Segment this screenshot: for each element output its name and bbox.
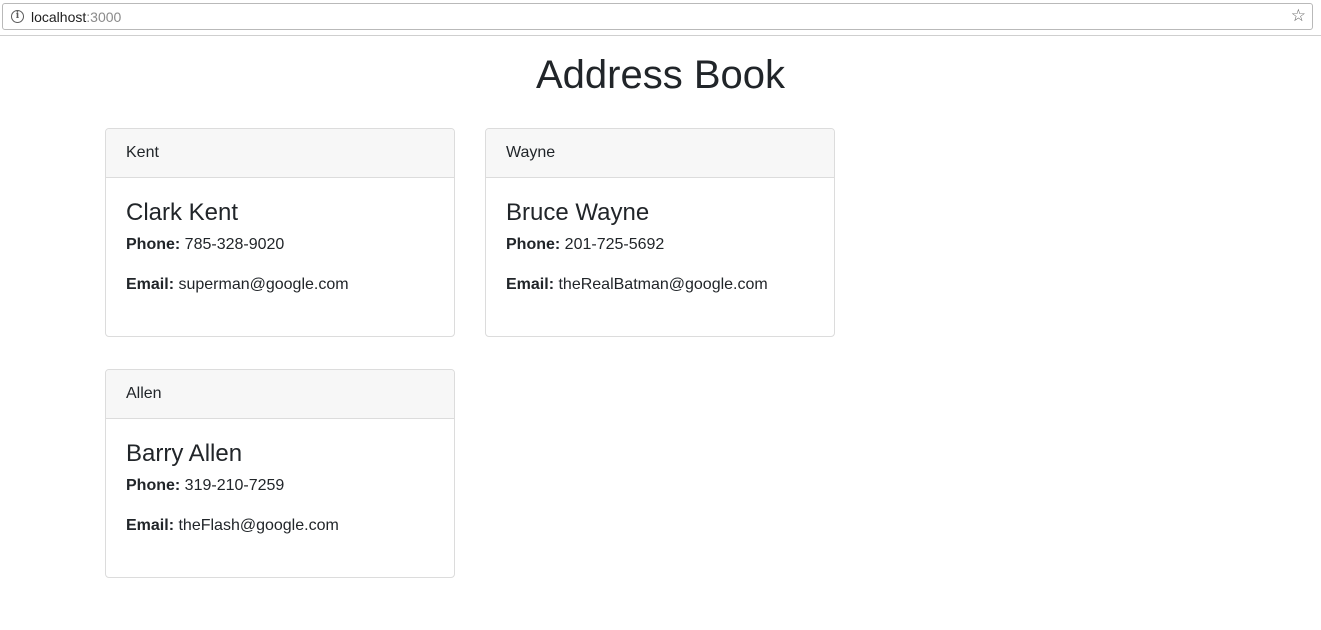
page-title: Address Book (535, 53, 786, 97)
email-value: theFlash@google.com (178, 517, 339, 534)
contact-name: Barry Allen (126, 440, 243, 467)
bookmark-star-icon[interactable]: ☆ (1291, 7, 1306, 25)
phone-value: 785-328-9020 (184, 236, 285, 253)
address-bar[interactable]: i localhost:3000 ☆ (2, 3, 1313, 30)
contact-card: Kent Clark Kent Phone: 785-328-9020 Emai… (105, 128, 455, 337)
url-host: localhost (31, 9, 87, 25)
phone-value: 319-210-7259 (184, 477, 285, 494)
phone-label: Phone: (126, 236, 181, 253)
email-value: superman@google.com (178, 276, 349, 293)
phone-line: Phone: 201-725-5692 (506, 233, 814, 257)
contact-card: Allen Barry Allen Phone: 319-210-7259 Em… (105, 369, 455, 578)
email-label: Email: (126, 517, 175, 534)
email-line: Email: theRealBatman@google.com (506, 273, 814, 297)
card-body: Clark Kent Phone: 785-328-9020 Email: su… (106, 178, 454, 297)
contact-card: Wayne Bruce Wayne Phone: 201-725-5692 Em… (485, 128, 835, 337)
phone-line: Phone: 319-210-7259 (126, 474, 434, 498)
phone-value: 201-725-5692 (564, 236, 665, 253)
email-line: Email: theFlash@google.com (126, 514, 434, 538)
card-header: Wayne (486, 129, 834, 178)
browser-toolbar: i localhost:3000 ☆ (0, 0, 1321, 36)
card-header: Kent (106, 129, 454, 178)
email-value: theRealBatman@google.com (558, 276, 768, 293)
card-body: Bruce Wayne Phone: 201-725-5692 Email: t… (486, 178, 834, 297)
url-text[interactable]: localhost:3000 (31, 9, 121, 25)
email-label: Email: (126, 276, 175, 293)
card-body: Barry Allen Phone: 319-210-7259 Email: t… (106, 419, 454, 538)
phone-label: Phone: (506, 236, 561, 253)
card-header: Allen (106, 370, 454, 419)
email-line: Email: superman@google.com (126, 273, 434, 297)
contact-name: Clark Kent (126, 199, 239, 226)
contact-name: Bruce Wayne (506, 199, 650, 226)
url-port: :3000 (86, 9, 122, 25)
info-icon[interactable]: i (11, 10, 24, 23)
phone-label: Phone: (126, 477, 181, 494)
phone-line: Phone: 785-328-9020 (126, 233, 434, 257)
email-label: Email: (506, 276, 555, 293)
